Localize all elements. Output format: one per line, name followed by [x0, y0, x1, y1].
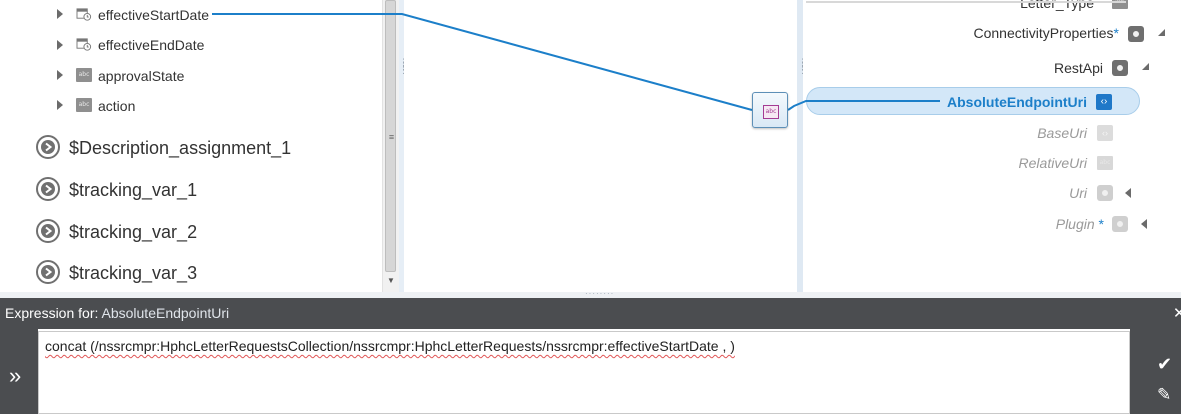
mapping-function-node[interactable]: abc [752, 92, 788, 128]
mapping-line-source [212, 13, 753, 111]
expression-header: Expression for: AbsoluteEndpointUri ✕ [0, 298, 1181, 329]
expression-title: Expression for: AbsoluteEndpointUri [5, 305, 230, 321]
checkmark-icon[interactable]: ✔ [1157, 354, 1172, 375]
abc-icon: abc [763, 105, 779, 119]
pencil-icon[interactable]: ✎ [1157, 385, 1171, 405]
expand-double-chevron-icon[interactable]: » [9, 365, 21, 387]
expression-actions: ✔ ✎ [1130, 329, 1181, 414]
expression-editor[interactable]: concat (/nssrcmpr:HphcLetterRequestsColl… [38, 331, 1130, 414]
expression-text[interactable]: concat (/nssrcmpr:HphcLetterRequestsColl… [45, 338, 735, 354]
close-icon[interactable]: ✕ [1173, 304, 1181, 322]
splitter-grip-icon: ········ [585, 289, 615, 298]
mapper-canvas: effectiveStartDate effectiveEndDate abc … [0, 0, 1181, 414]
expression-sidebar: » [0, 329, 38, 414]
mapping-line-target [787, 100, 940, 111]
mapping-lines [212, 13, 940, 111]
